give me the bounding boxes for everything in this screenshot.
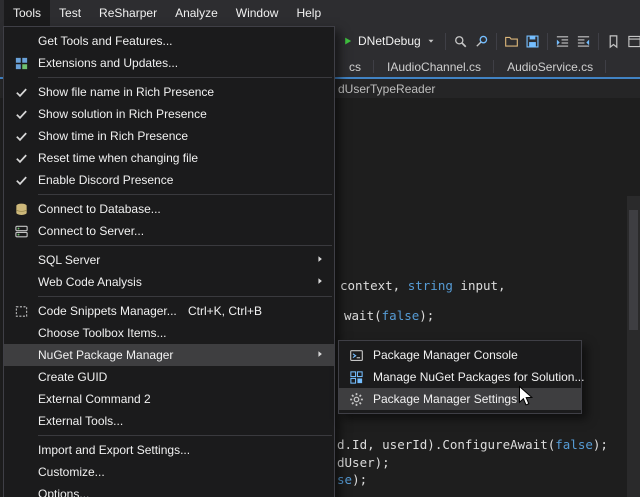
menu-item-label: Show solution in Rich Presence (38, 107, 207, 121)
code-token: false (555, 437, 593, 452)
menu-separator (38, 435, 332, 436)
menu-item-enable-discord-presence[interactable]: Enable Discord Presence (4, 169, 334, 191)
packages-icon (339, 370, 373, 385)
menu-item-show-file-name-in-rich-presence[interactable]: Show file name in Rich Presence (4, 81, 334, 103)
menu-item-label: Package Manager Console (373, 348, 518, 362)
submenu-arrow-icon (315, 254, 326, 265)
server-icon (4, 224, 38, 239)
console-icon (339, 348, 373, 363)
menu-item-label: SQL Server (38, 253, 100, 267)
menu-item-connect-to-database[interactable]: Connect to Database... (4, 198, 334, 220)
menu-item-label: Get Tools and Features... (38, 34, 173, 48)
database-icon (4, 202, 38, 217)
check-icon (4, 129, 38, 144)
menu-item-label: Package Manager Settings (373, 392, 517, 406)
gear-icon (339, 392, 373, 407)
code-line: context, string input, (340, 278, 506, 293)
menu-item-label: Customize... (38, 465, 105, 479)
code-token: ); (593, 437, 608, 452)
menu-item-label: Show time in Rich Presence (38, 129, 188, 143)
menu-item-reset-time-when-changing-file[interactable]: Reset time when changing file (4, 147, 334, 169)
menu-item-label: Enable Discord Presence (38, 173, 173, 187)
code-token: string (408, 278, 453, 293)
menu-item-show-solution-in-rich-presence[interactable]: Show solution in Rich Presence (4, 103, 334, 125)
menu-item-nuget-package-manager[interactable]: NuGet Package Manager (4, 344, 334, 366)
menu-item-label: External Command 2 (38, 392, 151, 406)
menu-item-label: Reset time when changing file (38, 151, 198, 165)
code-token: wait( (344, 308, 382, 323)
menu-separator (38, 77, 332, 78)
menu-item-label: External Tools... (38, 414, 123, 428)
menu-item-package-manager-console[interactable]: Package Manager Console (339, 344, 581, 366)
menu-item-external-tools[interactable]: External Tools... (4, 410, 334, 432)
vs-window: ToolsTestReSharperAnalyzeWindowHelp DNet… (0, 0, 640, 497)
menu-item-label: Connect to Server... (38, 224, 144, 238)
menu-item-customize[interactable]: Customize... (4, 461, 334, 483)
code-token: ); (419, 308, 434, 323)
menu-item-code-snippets-manager[interactable]: Code Snippets Manager... Ctrl+K, Ctrl+B (4, 300, 334, 322)
code-line: dUser); (337, 455, 390, 470)
menu-item-label: NuGet Package Manager (38, 348, 173, 362)
code-token: se (337, 472, 352, 487)
menu-item-show-time-in-rich-presence[interactable]: Show time in Rich Presence (4, 125, 334, 147)
menu-item-label: Show file name in Rich Presence (38, 85, 214, 99)
menu-item-connect-to-server[interactable]: Connect to Server... (4, 220, 334, 242)
code-token: ); (352, 472, 367, 487)
menu-item-label: Manage NuGet Packages for Solution... (373, 370, 584, 384)
menu-item-sql-server[interactable]: SQL Server (4, 249, 334, 271)
check-icon (4, 85, 38, 100)
menu-item-label: Choose Toolbox Items... (38, 326, 167, 340)
submenu-arrow-icon (315, 276, 326, 287)
extensions-icon (4, 56, 38, 71)
menu-separator (38, 296, 332, 297)
menu-item-create-guid[interactable]: Create GUID (4, 366, 334, 388)
menu-item-label: Options... (38, 487, 89, 497)
menu-item-label: Web Code Analysis (38, 275, 142, 289)
code-line: d.Id, userId).ConfigureAwait(false); (337, 437, 608, 452)
menu-item-package-manager-settings[interactable]: Package Manager Settings (339, 388, 581, 410)
code-token: input, (453, 278, 506, 293)
menu-item-shortcut: Ctrl+K, Ctrl+B (188, 304, 326, 318)
code-token: d.Id, userId).ConfigureAwait( (337, 437, 555, 452)
submenu-arrow-icon (315, 349, 326, 360)
check-icon (4, 151, 38, 166)
menu-item-label: Extensions and Updates... (38, 56, 178, 70)
menu-item-extensions-and-updates[interactable]: Extensions and Updates... (4, 52, 334, 74)
code-token: context, (340, 278, 408, 293)
code-line: wait(false); (344, 308, 434, 323)
menu-item-choose-toolbox-items[interactable]: Choose Toolbox Items... (4, 322, 334, 344)
snippets-icon (4, 304, 38, 319)
menu-item-external-command-2[interactable]: External Command 2 (4, 388, 334, 410)
menu-item-manage-nuget-packages-for-solution[interactable]: Manage NuGet Packages for Solution... (339, 366, 581, 388)
code-token: false (382, 308, 420, 323)
nuget-submenu: Package Manager Console Manage NuGet Pack… (338, 340, 582, 414)
code-token: dUser); (337, 455, 390, 470)
menu-item-web-code-analysis[interactable]: Web Code Analysis (4, 271, 334, 293)
menu-separator (38, 194, 332, 195)
menu-item-label: Import and Export Settings... (38, 443, 190, 457)
menu-item-import-and-export-settings[interactable]: Import and Export Settings... (4, 439, 334, 461)
menu-item-label: Connect to Database... (38, 202, 161, 216)
tools-menu: Get Tools and Features... Extensions and … (3, 26, 335, 497)
menu-item-get-tools-and-features[interactable]: Get Tools and Features... (4, 30, 334, 52)
menu-item-label: Code Snippets Manager... (38, 304, 177, 318)
check-icon (4, 173, 38, 188)
code-line: se); (337, 472, 367, 487)
menu-item-options[interactable]: Options... (4, 483, 334, 497)
menu-separator (38, 245, 332, 246)
check-icon (4, 107, 38, 122)
menu-item-label: Create GUID (38, 370, 107, 384)
